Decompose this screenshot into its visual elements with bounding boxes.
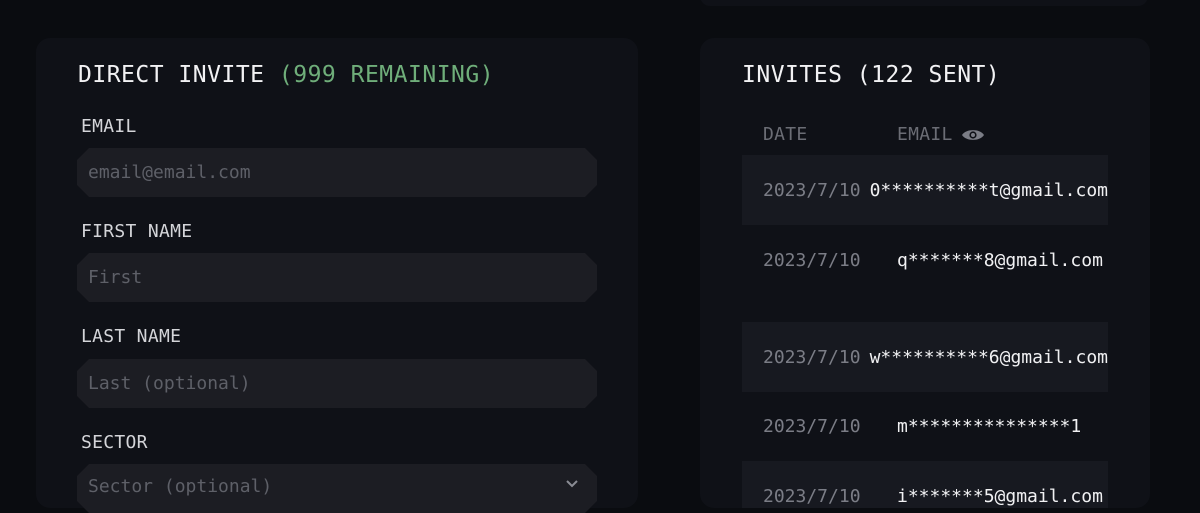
table-row: 2023/7/10 i*******5@gmail.com	[742, 461, 1108, 508]
invites-card: INVITES (122 SENT) DATE EMAIL 2023/7/10 …	[700, 38, 1150, 508]
email-column-header: EMAIL	[897, 124, 985, 145]
row-email: q*******8@gmail.com	[897, 249, 1103, 271]
first-name-label: FIRST NAME	[81, 221, 193, 242]
row-date: 2023/7/10	[763, 249, 861, 271]
last-name-field[interactable]	[77, 359, 597, 408]
email-field-wrapper	[77, 148, 597, 197]
direct-invite-card: DIRECT INVITE (999 REMAINING) EMAIL FIRS…	[36, 38, 638, 508]
invites-title: INVITES (122 SENT)	[742, 62, 1001, 88]
date-column-header: DATE	[763, 124, 808, 145]
row-email: w**********6@gmail.com	[869, 346, 1108, 368]
eye-icon[interactable]	[961, 127, 985, 143]
row-email: 0**********t@gmail.com	[869, 179, 1108, 201]
last-name-label: LAST NAME	[81, 326, 182, 347]
row-date: 2023/7/10	[763, 179, 861, 201]
table-row: 2023/7/10 q*******8@gmail.com	[742, 225, 1108, 295]
table-row: 2023/7/10 m***************1	[742, 391, 1108, 461]
row-date: 2023/7/10	[763, 415, 861, 437]
row-email: m***************1	[897, 415, 1082, 437]
table-row: 2023/7/10 0**********t@gmail.com	[742, 155, 1108, 225]
first-name-field-wrapper	[77, 253, 597, 302]
email-label: EMAIL	[81, 116, 137, 137]
table-row: 2023/7/10 w**********6@gmail.com	[742, 322, 1108, 392]
top-card	[700, 0, 1148, 6]
date-column-label: DATE	[763, 124, 808, 145]
direct-invite-title: DIRECT INVITE (999 REMAINING)	[78, 62, 495, 88]
first-name-field[interactable]	[77, 253, 597, 302]
chevron-down-icon	[565, 476, 579, 490]
row-date: 2023/7/10	[763, 346, 861, 368]
email-field[interactable]	[77, 148, 597, 197]
email-column-label: EMAIL	[897, 124, 953, 145]
sector-select-value: Sector (optional)	[88, 476, 273, 497]
last-name-field-wrapper	[77, 359, 597, 408]
remaining-count: (999 REMAINING)	[278, 62, 495, 88]
sector-label: SECTOR	[81, 432, 148, 453]
